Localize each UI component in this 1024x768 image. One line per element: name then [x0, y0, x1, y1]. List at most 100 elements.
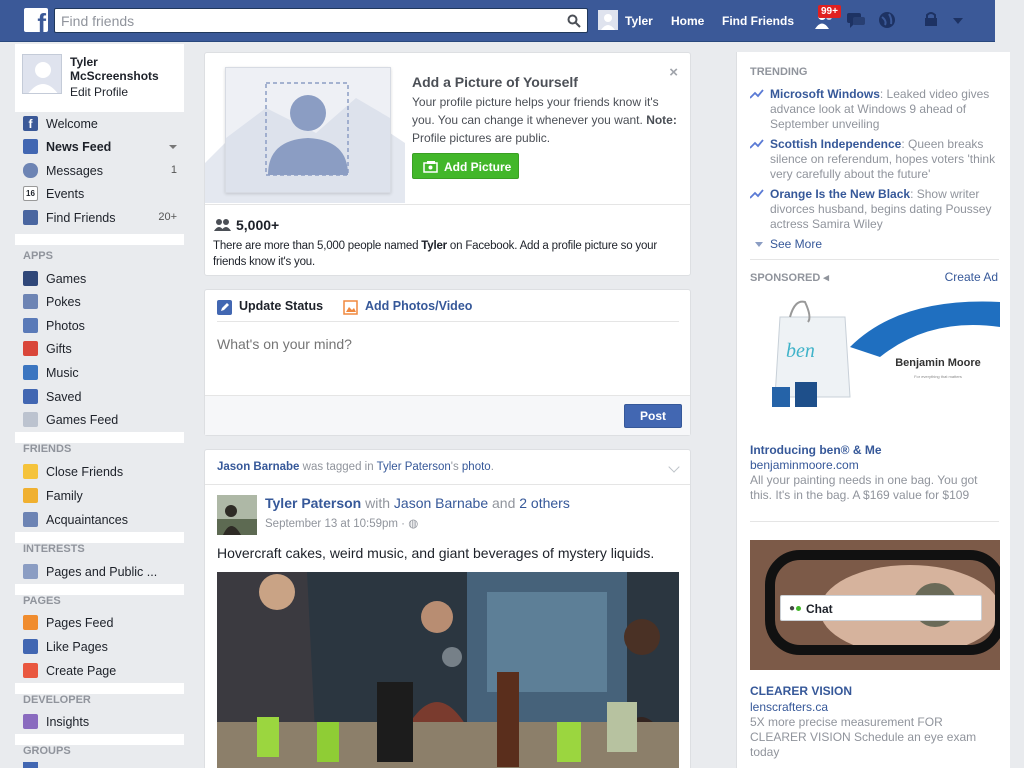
story-header: Tyler Paterson with Jason Barnabe and 2 … — [265, 495, 570, 511]
star-icon — [23, 464, 38, 479]
profile-card: Tyler McScreenshots Edit Profile — [15, 44, 184, 112]
post-button[interactable]: Post — [624, 404, 682, 428]
sidebar-item-like-pages[interactable]: Like Pages — [23, 637, 183, 657]
gamepad-icon — [23, 412, 38, 427]
trend-item[interactable]: Orange Is the New Black: Show writer div… — [750, 187, 1000, 232]
search-box[interactable] — [54, 8, 588, 33]
profile-name[interactable]: Tyler McScreenshots — [70, 55, 180, 83]
section-header-groups: GROUPS — [23, 745, 71, 757]
sidebar-item-family[interactable]: Family — [23, 486, 183, 506]
ad-description: All your painting needs in one bag. You … — [750, 473, 978, 502]
notification-badge: 99+ — [818, 5, 841, 18]
trending-arrow-icon — [750, 189, 764, 199]
add-picture-button[interactable]: Add Picture — [412, 153, 519, 179]
create-page-icon — [23, 663, 38, 678]
section-header-friends: FRIENDS — [23, 443, 72, 455]
news-feed-icon — [23, 139, 38, 154]
search-icon[interactable] — [567, 14, 581, 28]
ad-description: 5X more precise measurement FOR CLEARER … — [750, 715, 977, 759]
groups-icon — [23, 762, 38, 768]
tab-add-photos-video[interactable]: Add Photos/Video — [365, 299, 472, 313]
section-header-developer: DEVELOPER — [23, 694, 91, 706]
notifications-globe-icon[interactable] — [876, 9, 898, 31]
people-icon — [214, 219, 231, 231]
profile-picture-frame[interactable] — [225, 67, 391, 193]
sidebar-item-welcome[interactable]: f Welcome — [23, 114, 183, 134]
ad-brand-logo: Benjamin Moore — [895, 357, 981, 369]
status-input[interactable] — [217, 336, 677, 352]
sidebar-item-photos[interactable]: Photos — [23, 316, 183, 336]
family-icon — [23, 488, 38, 503]
ad-image-benjamin-moore[interactable]: ben Benjamin Moore For everything that m… — [750, 297, 1000, 422]
calendar-icon: 16 — [23, 186, 38, 201]
find-friends-link[interactable]: Find Friends — [722, 14, 794, 28]
online-status-icon: ● — [789, 603, 796, 614]
ad-url[interactable]: benjaminmoore.com — [750, 458, 859, 472]
divider — [15, 683, 184, 694]
chat-button[interactable]: ● Chat — [780, 595, 982, 621]
user-avatar[interactable] — [598, 10, 618, 30]
divider — [750, 259, 999, 260]
trend-item[interactable]: Microsoft Windows: Leaked video gives ad… — [750, 87, 1000, 132]
home-link[interactable]: Home — [671, 14, 704, 28]
ad-title[interactable]: Introducing ben® & Me — [750, 443, 882, 457]
megaphone-icon — [23, 615, 38, 630]
edit-profile-link[interactable]: Edit Profile — [70, 85, 128, 99]
people-count: 5,000+ — [236, 217, 280, 233]
sidebar-item-games-feed[interactable]: Games Feed — [23, 410, 183, 430]
ad-title[interactable]: CLEARER VISION — [750, 684, 852, 698]
user-name-link[interactable]: Tyler — [625, 14, 653, 28]
sidebar-item-pages-feed[interactable]: Pages Feed — [23, 613, 183, 633]
divider — [15, 734, 184, 745]
sidebar-item-news-feed[interactable]: News Feed — [23, 137, 183, 157]
sidebar-item-gifts[interactable]: Gifts — [23, 339, 183, 359]
story-text: Hovercraft cakes, weird music, and giant… — [217, 545, 655, 561]
divider — [15, 432, 184, 443]
divider — [205, 484, 690, 485]
right-sidebar: TRENDING Microsoft Windows: Leaked video… — [736, 52, 1010, 768]
tab-update-status[interactable]: Update Status — [239, 299, 323, 313]
create-ad-link[interactable]: Create Ad — [945, 270, 998, 284]
pokes-icon — [23, 294, 38, 309]
camera-icon — [423, 161, 438, 173]
add-picture-card: × Add a Picture of Yourself Your profile… — [204, 52, 691, 276]
pages-list-icon — [23, 564, 38, 579]
profile-silhouette-icon — [226, 68, 390, 192]
sidebar-item-create-page[interactable]: Create Page — [23, 661, 183, 681]
close-icon[interactable]: × — [669, 64, 678, 81]
profile-picture-placeholder[interactable] — [22, 54, 62, 94]
sidebar-item-music[interactable]: Music — [23, 363, 183, 383]
sidebar-item-close-friends[interactable]: Close Friends — [23, 462, 183, 482]
ad-url[interactable]: lenscrafters.ca — [750, 700, 828, 714]
sidebar-item-find-friends[interactable]: Find Friends 20+ — [23, 208, 183, 228]
divider — [15, 532, 184, 543]
story-options-chevron-down-icon[interactable] — [668, 461, 680, 473]
facebook-logo-icon[interactable]: f — [24, 8, 48, 32]
sidebar-item-messages[interactable]: Messages 1 — [23, 161, 183, 181]
story-photo[interactable] — [217, 572, 679, 768]
sidebar-item-insights[interactable]: Insights — [23, 712, 183, 732]
trending-arrow-icon — [750, 89, 764, 99]
ad-brand-tagline: For everything that matters — [914, 374, 962, 379]
messages-icon[interactable] — [845, 9, 867, 31]
facebook-icon: f — [23, 116, 38, 131]
sidebar-item-pokes[interactable]: Pokes — [23, 292, 183, 312]
account-menu-chevron-down-icon[interactable] — [953, 18, 963, 24]
composer-footer: Post — [205, 395, 690, 435]
sidebar-item-games[interactable]: Games — [23, 269, 183, 289]
story-timestamp[interactable]: September 13 at 10:59pm · ◍ — [265, 516, 418, 530]
see-more-link[interactable]: See More — [770, 237, 822, 251]
sidebar-item-saved[interactable]: Saved — [23, 387, 183, 407]
search-input[interactable] — [55, 9, 555, 32]
trend-item[interactable]: Scottish Independence: Queen breaks sile… — [750, 137, 1000, 182]
ad-bag-brand: ben — [786, 340, 815, 362]
privacy-shortcuts-icon[interactable] — [922, 9, 940, 31]
story-context: Jason Barnabe was tagged in Tyler Paters… — [217, 461, 494, 473]
news-feed-options-chevron-down-icon[interactable] — [169, 145, 177, 149]
section-header-apps: APPS — [23, 250, 53, 262]
sidebar-item-pages-and-public[interactable]: Pages and Public ... — [23, 562, 183, 582]
author-avatar[interactable] — [217, 495, 257, 535]
sidebar-item-acquaintances[interactable]: Acquaintances — [23, 510, 183, 530]
divider — [15, 234, 184, 245]
sidebar-item-events[interactable]: 16 Events — [23, 184, 183, 204]
